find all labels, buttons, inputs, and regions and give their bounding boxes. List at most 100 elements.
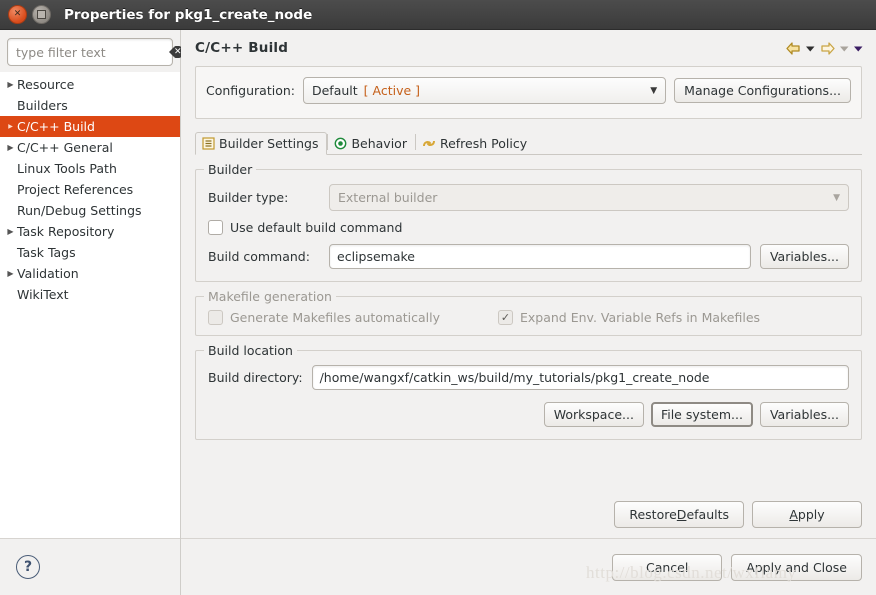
restore-defaults-mnemonic: D: [676, 507, 687, 522]
filter-box[interactable]: ✕: [7, 38, 182, 66]
configuration-value: Default: [311, 83, 358, 98]
sidebar-item-label: Validation: [17, 266, 79, 281]
cancel-button[interactable]: Cancel: [612, 553, 723, 581]
chevron-right-icon[interactable]: ▶: [4, 227, 17, 236]
sidebar-item-run-debug-settings[interactable]: Run/Debug Settings: [0, 200, 180, 221]
maximize-button[interactable]: [32, 5, 51, 24]
sidebar-item-label: C/C++ General: [17, 140, 113, 155]
chevron-right-icon[interactable]: ▶: [4, 80, 17, 89]
makefile-generation-group: Makefile generation Generate Makefiles a…: [195, 289, 862, 336]
builder-type-row: Builder type: External builder ▼: [208, 184, 849, 211]
sidebar-item-label: Builders: [17, 98, 68, 113]
expand-env-variables-checkbox: ✓: [498, 310, 513, 325]
help-icon[interactable]: ?: [16, 555, 40, 579]
close-icon: ✕: [13, 9, 22, 19]
apply-suffix: pply: [797, 507, 825, 522]
configuration-select[interactable]: Default [ Active ] ▼: [302, 77, 667, 104]
refresh-icon: [422, 137, 436, 150]
apply-and-close-button[interactable]: Apply and Close: [731, 553, 862, 581]
chevron-right-icon[interactable]: ▶: [4, 143, 17, 152]
file-system-button[interactable]: File system...: [650, 402, 753, 427]
check-icon: ✓: [500, 311, 511, 324]
sidebar-item-task-repository[interactable]: ▶ Task Repository: [0, 221, 180, 242]
sidebar-item-label: Project References: [17, 182, 134, 197]
build-command-input[interactable]: eclipsemake: [329, 244, 751, 269]
properties-dialog: ✕ Properties for pkg1_create_node ✕ ▶Res…: [0, 0, 876, 595]
configuration-row: Configuration: Default [ Active ] ▼ Mana…: [206, 77, 851, 104]
chevron-down-icon: ▼: [833, 192, 840, 203]
expand-env-variables-label: Expand Env. Variable Refs in Makefiles: [520, 310, 761, 325]
sidebar-item-label: WikiText: [17, 287, 69, 302]
sidebar-item-builders[interactable]: Builders: [0, 95, 180, 116]
workspace-button[interactable]: Workspace...: [543, 402, 644, 427]
restore-defaults-button[interactable]: Restore Defaults: [614, 501, 744, 528]
sidebar-item-label: C/C++ Build: [17, 119, 95, 134]
sidebar-item-label: Task Tags: [17, 245, 76, 260]
sidebar-footer: ?: [0, 538, 180, 595]
sidebar-item-resource[interactable]: ▶ Resource: [0, 74, 180, 95]
configuration-state: [ Active ]: [363, 83, 421, 98]
chevron-down-icon: ▼: [650, 85, 658, 96]
back-menu-icon[interactable]: [805, 43, 816, 54]
tab-builder-settings[interactable]: Builder Settings: [195, 132, 328, 155]
sidebar-item-validation[interactable]: ▶ Validation: [0, 263, 180, 284]
view-menu-icon[interactable]: [853, 43, 864, 54]
tab-refresh-policy[interactable]: Refresh Policy: [416, 133, 535, 154]
list-icon: [202, 136, 215, 150]
sidebar-item-label: Run/Debug Settings: [17, 203, 142, 218]
sidebar-item-label: Task Repository: [17, 224, 115, 239]
tab-behavior[interactable]: Behavior: [328, 133, 415, 154]
use-default-build-command-checkbox[interactable]: [208, 220, 223, 235]
search-input[interactable]: [14, 43, 174, 61]
window-title: Properties for pkg1_create_node: [64, 6, 313, 23]
sidebar-item-linux-tools-path[interactable]: Linux Tools Path: [0, 158, 180, 179]
sidebar-item-c-c-build[interactable]: ▶ C/C++ Build: [0, 116, 180, 137]
chevron-right-icon[interactable]: ▶: [4, 269, 17, 278]
build-location-group: Build location Build directory: /home/wa…: [195, 343, 862, 440]
build-directory-input[interactable]: /home/wangxf/catkin_ws/build/my_tutorial…: [311, 365, 849, 390]
build-command-value: eclipsemake: [337, 249, 415, 264]
manage-configurations-button[interactable]: Manage Configurations...: [674, 78, 851, 103]
builder-group-legend: Builder: [204, 162, 257, 177]
back-icon[interactable]: [785, 41, 802, 56]
builder-type-label: Builder type:: [208, 190, 289, 205]
main-panel: C/C++ Build Configuration: Default [Act…: [181, 30, 876, 595]
sidebar-item-project-references[interactable]: Project References: [0, 179, 180, 200]
builder-type-select: External builder ▼: [329, 184, 849, 211]
forward-icon[interactable]: [819, 41, 836, 56]
build-location-legend: Build location: [204, 343, 297, 358]
settings-tree[interactable]: ▶ Resource Builders ▶ C/C++ Build ▶ C/C++ Gene…: [0, 72, 180, 538]
use-default-build-command-row[interactable]: Use default build command: [208, 220, 849, 235]
filter-area: ✕: [0, 30, 182, 72]
configuration-label: Configuration:: [206, 83, 295, 98]
generate-makefiles-label: Generate Makefiles automatically: [230, 310, 441, 325]
apply-row: Restore Defaults Apply: [181, 501, 876, 538]
navigation-icons: [785, 40, 864, 56]
sidebar-item-task-tags[interactable]: Task Tags: [0, 242, 180, 263]
build-directory-row: Build directory: /home/wangxf/catkin_ws/…: [208, 365, 849, 390]
sidebar-item-c-c-general[interactable]: ▶ C/C++ General: [0, 137, 180, 158]
sidebar-item-wikitext[interactable]: WikiText: [0, 284, 180, 305]
sidebar-item-label: Linux Tools Path: [17, 161, 117, 176]
dialog-footer: Cancel Apply and Close: [181, 538, 876, 595]
builder-group: Builder Builder type: External builder ▼…: [195, 162, 862, 282]
use-default-build-command-label: Use default build command: [230, 220, 403, 235]
chevron-right-icon[interactable]: ▶: [4, 123, 17, 130]
title-bar: ✕ Properties for pkg1_create_node: [0, 0, 876, 30]
page-title: C/C++ Build: [195, 40, 289, 56]
makefile-generation-legend: Makefile generation: [204, 289, 336, 304]
close-button[interactable]: ✕: [8, 5, 27, 24]
expand-env-variables-row: ✓ Expand Env. Variable Refs in Makefiles: [498, 310, 760, 325]
sidebar: ✕ ▶ResourceBuilders▶C/C++ Build▶C/C++ Ge…: [0, 30, 182, 595]
apply-button[interactable]: Apply: [752, 501, 862, 528]
build-location-variables-button[interactable]: Variables...: [759, 402, 849, 427]
builder-type-value: External builder: [338, 190, 438, 205]
sidebar-item-label: Resource: [17, 77, 75, 92]
build-command-variables-button[interactable]: Variables...: [759, 244, 849, 269]
apply-mnemonic: A: [789, 507, 798, 522]
tab-label: Behavior: [351, 135, 407, 151]
configuration-section: Configuration: Default [ Active ] ▼ Mana…: [195, 66, 862, 119]
dialog-body: ✕ ▶ResourceBuilders▶C/C++ Build▶C/C++ Ge…: [0, 30, 876, 595]
generate-makefiles-row: Generate Makefiles automatically: [208, 310, 498, 325]
forward-menu-icon[interactable]: [839, 43, 850, 54]
